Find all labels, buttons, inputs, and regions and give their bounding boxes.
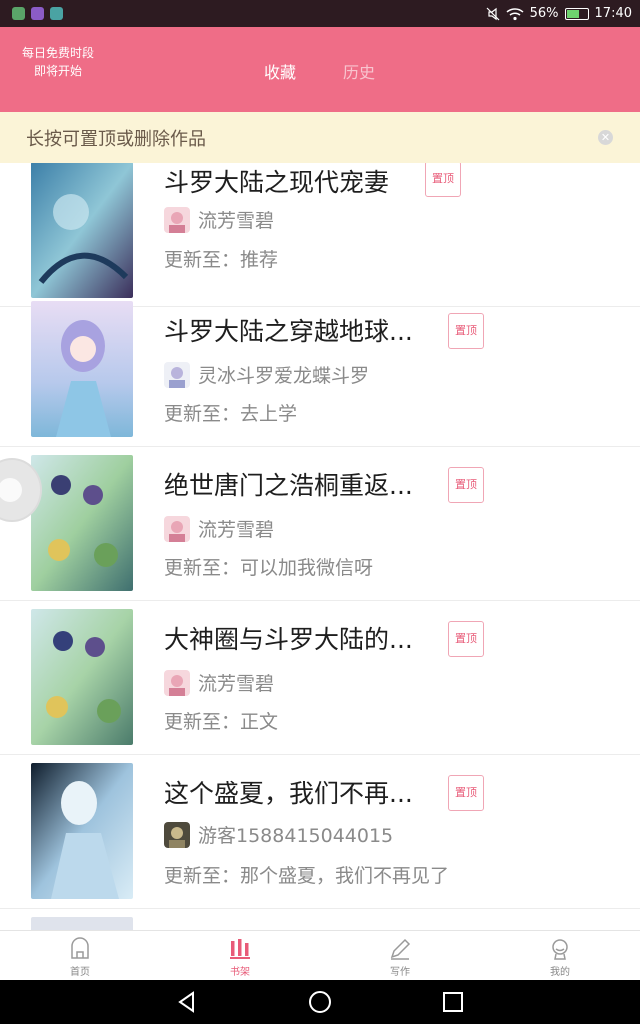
recents-icon[interactable] <box>440 989 466 1015</box>
pin-button[interactable]: 置顶 <box>448 621 484 657</box>
book-title: 斗罗大陆之穿越地球... <box>164 317 413 346</box>
list-item[interactable]: 斗罗大陆之现代宠妻 置顶 流芳雪碧 更新至：推荐 <box>0 163 640 307</box>
pen-icon <box>390 938 411 960</box>
book-cover <box>31 163 133 298</box>
author-avatar <box>164 821 190 848</box>
book-author: 灵冰斗罗爱龙蝶斗罗 <box>164 361 369 388</box>
app-notification-icon <box>12 7 25 20</box>
battery-percent: 56% <box>529 6 559 21</box>
bookshelf-icon <box>230 939 250 959</box>
nav-label: 我的 <box>550 967 570 978</box>
app-notification-icon <box>31 7 44 20</box>
system-nav-bar <box>0 980 640 1024</box>
tab-history[interactable]: 历史 <box>343 59 375 83</box>
promo-line-1: 每日免费时段 <box>21 46 94 60</box>
book-author: 流芳雪碧 <box>164 669 274 696</box>
tab-favorites[interactable]: 收藏 <box>264 59 296 83</box>
author-avatar <box>164 515 190 542</box>
book-cover <box>31 763 133 899</box>
book-title: 大神圈与斗罗大陆的... <box>164 625 413 654</box>
list-item[interactable]: 大神圈与斗罗大陆的... 置顶 流芳雪碧 更新至：正文 <box>0 601 640 755</box>
clock: 17:40 <box>594 6 632 21</box>
pin-button[interactable]: 置顶 <box>425 163 461 197</box>
app-notification-icon <box>50 7 63 20</box>
book-cover <box>31 455 133 591</box>
book-title: 这个盛夏，我们不再... <box>164 779 413 808</box>
screen: 56% 17:40 每日免费时段 即将开始 收藏 历史 长按可置顶或删除作品 ✕ <box>0 0 640 1024</box>
author-avatar <box>164 206 190 233</box>
nav-label: 书架 <box>230 967 250 978</box>
pin-button[interactable]: 置顶 <box>448 775 484 811</box>
author-name: 流芳雪碧 <box>198 210 275 232</box>
notification-icons <box>0 7 63 20</box>
list-item[interactable]: 斗罗大陆之穿越地球... 置顶 灵冰斗罗爱龙蝶斗罗 更新至：去上学 <box>0 293 640 447</box>
author-avatar <box>164 361 190 388</box>
nav-label: 写作 <box>390 967 410 978</box>
nav-profile[interactable]: 我的 <box>480 931 640 980</box>
list-item[interactable]: 这个盛夏，我们不再... 置顶 游客1588415044015 更新至：那个盛夏… <box>0 755 640 909</box>
back-icon[interactable] <box>174 989 200 1015</box>
hint-banner: 长按可置顶或删除作品 ✕ <box>0 112 640 163</box>
author-name: 灵冰斗罗爱龙蝶斗罗 <box>198 365 370 387</box>
book-cover <box>31 917 133 930</box>
book-author: 游客1588415044015 <box>164 821 393 848</box>
author-avatar <box>164 669 190 696</box>
book-title: 斗罗大陆之现代宠妻 <box>164 168 390 197</box>
book-cover <box>31 301 133 437</box>
author-name: 游客1588415044015 <box>198 825 394 847</box>
list-item[interactable]: 绝世唐门之浩桐重返... 置顶 流芳雪碧 更新至：可以加我微信呀 <box>0 447 640 601</box>
bottom-nav: 首页 书架 写作 我的 <box>0 930 640 980</box>
hint-text: 长按可置顶或删除作品 <box>26 128 206 150</box>
nav-bookshelf[interactable]: 书架 <box>160 931 320 980</box>
book-title: 绝世唐门之浩桐重返... <box>164 471 413 500</box>
mute-icon <box>486 7 500 20</box>
profile-icon <box>552 939 568 960</box>
author-name: 流芳雪碧 <box>198 673 275 695</box>
update-status: 更新至：正文 <box>164 711 279 733</box>
wifi-icon <box>506 7 524 20</box>
pin-button[interactable]: 置顶 <box>448 313 484 349</box>
home-circle-icon[interactable] <box>307 989 333 1015</box>
update-status: 更新至：可以加我微信呀 <box>164 557 374 579</box>
book-author: 流芳雪碧 <box>164 515 274 542</box>
book-cover <box>31 609 133 745</box>
status-bar: 56% 17:40 <box>0 0 640 27</box>
update-status: 更新至：去上学 <box>164 403 298 425</box>
update-status: 更新至：推荐 <box>164 249 279 271</box>
update-status: 更新至：那个盛夏，我们不再见了 <box>164 865 450 887</box>
book-author: 流芳雪碧 <box>164 206 274 233</box>
nav-write[interactable]: 写作 <box>320 931 480 980</box>
app-header: 每日免费时段 即将开始 收藏 历史 <box>0 27 640 112</box>
battery-icon <box>564 7 589 20</box>
list-item[interactable] <box>0 909 640 930</box>
pin-button[interactable]: 置顶 <box>448 467 484 503</box>
promo-line-2: 即将开始 <box>33 64 82 78</box>
bookshelf-list: 斗罗大陆之现代宠妻 置顶 流芳雪碧 更新至：推荐 斗罗大陆之穿越地球... 置顶… <box>0 163 640 930</box>
close-icon[interactable]: ✕ <box>598 130 613 145</box>
author-name: 流芳雪碧 <box>198 519 275 541</box>
home-icon <box>71 937 89 959</box>
nav-home[interactable]: 首页 <box>0 931 160 980</box>
free-period-promo[interactable]: 每日免费时段 即将开始 <box>14 44 102 80</box>
nav-label: 首页 <box>70 967 90 978</box>
